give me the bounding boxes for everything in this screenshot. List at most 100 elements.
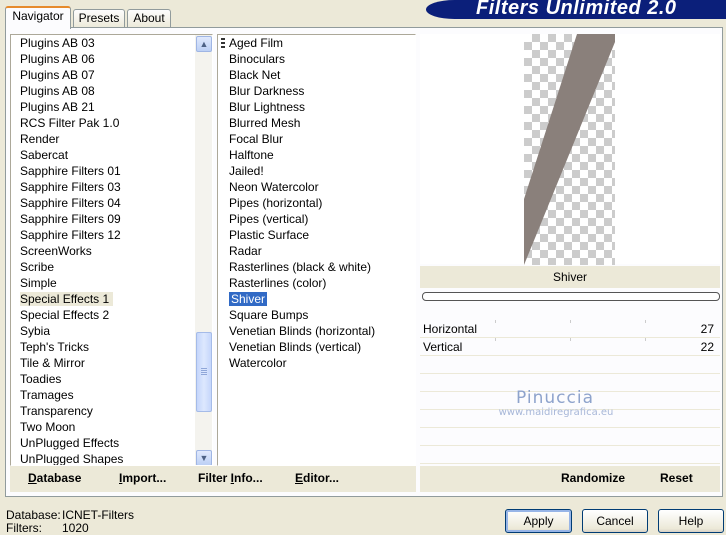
- category-item[interactable]: Toadies: [11, 371, 123, 387]
- filter-item-label: Pipes (vertical): [229, 212, 309, 226]
- category-item[interactable]: Special Effects 2: [11, 307, 123, 323]
- param-row-horizontal[interactable]: Horizontal 27: [420, 320, 720, 338]
- category-item[interactable]: Plugins AB 03: [11, 35, 123, 51]
- category-item[interactable]: Sapphire Filters 12: [11, 227, 123, 243]
- filter-item-label: Focal Blur: [229, 132, 284, 146]
- category-item[interactable]: Plugins AB 06: [11, 51, 123, 67]
- param-row-empty: [420, 410, 720, 428]
- import-button[interactable]: Import...: [119, 471, 166, 485]
- filter-list[interactable]: Aged Film Binoculars Black Net Blur Darknes…: [217, 34, 416, 466]
- param-value[interactable]: 22: [701, 340, 714, 354]
- filter-info-button[interactable]: Filter Info...: [198, 471, 263, 485]
- filter-item[interactable]: Halftone: [218, 147, 375, 163]
- filter-item[interactable]: Radar: [218, 243, 375, 259]
- filter-item[interactable]: Rasterlines (black & white): [218, 259, 375, 275]
- filter-item-label: Rasterlines (black & white): [229, 260, 372, 274]
- editor-button[interactable]: Editor...: [295, 471, 339, 485]
- preview-filter-name: Shiver: [420, 266, 720, 288]
- filter-item[interactable]: Blur Darkness: [218, 83, 375, 99]
- category-item[interactable]: Teph's Tricks: [11, 339, 123, 355]
- filters-label: Filters:: [6, 521, 42, 535]
- tab-presets[interactable]: Presets: [73, 9, 125, 28]
- filter-item[interactable]: Plastic Surface: [218, 227, 375, 243]
- category-item[interactable]: RCS Filter Pak 1.0: [11, 115, 123, 131]
- filter-item[interactable]: Black Net: [218, 67, 375, 83]
- filter-item[interactable]: Rasterlines (color): [218, 275, 375, 291]
- category-item[interactable]: Plugins AB 21: [11, 99, 123, 115]
- category-item-label: ScreenWorks: [20, 244, 92, 258]
- category-item[interactable]: ScreenWorks: [11, 243, 123, 259]
- reset-button[interactable]: Reset: [660, 471, 693, 485]
- category-item[interactable]: Scribe: [11, 259, 123, 275]
- filter-item[interactable]: Binoculars: [218, 51, 375, 67]
- category-item[interactable]: Sybia: [11, 323, 123, 339]
- category-item-label: Two Moon: [20, 420, 76, 434]
- category-item[interactable]: UnPlugged Shapes: [11, 451, 124, 466]
- help-button[interactable]: Help: [658, 509, 724, 533]
- filter-item[interactable]: Venetian Blinds (horizontal): [218, 323, 375, 339]
- category-list[interactable]: Plugins AB 03 Plugins AB 06 Plugins AB 07 P…: [10, 34, 213, 466]
- filter-item[interactable]: Square Bumps: [218, 307, 375, 323]
- scroll-down-icon[interactable]: ▼: [196, 450, 212, 465]
- category-item[interactable]: Plugins AB 07: [11, 67, 123, 83]
- filter-item[interactable]: Neon Watercolor: [218, 179, 375, 195]
- filter-item[interactable]: Watercolor: [218, 355, 375, 371]
- scroll-thumb[interactable]: [196, 332, 212, 412]
- category-item[interactable]: Sapphire Filters 03: [11, 179, 123, 195]
- filter-item-label: Radar: [229, 244, 262, 258]
- category-item[interactable]: Plugins AB 08: [11, 83, 123, 99]
- category-item[interactable]: Sapphire Filters 01: [11, 163, 123, 179]
- category-item[interactable]: Two Moon: [11, 419, 123, 435]
- category-item-label: Tramages: [20, 388, 74, 402]
- category-item[interactable]: Transparency: [11, 403, 123, 419]
- filter-item[interactable]: Blur Lightness: [218, 99, 375, 115]
- param-row-vertical[interactable]: Vertical 22: [420, 338, 720, 356]
- filter-item-label: Venetian Blinds (horizontal): [229, 324, 376, 338]
- param-row-empty: [420, 374, 720, 392]
- randomize-button[interactable]: Randomize: [561, 471, 625, 485]
- tab-navigator[interactable]: Navigator: [5, 6, 71, 29]
- param-value[interactable]: 27: [701, 322, 714, 336]
- filter-item[interactable]: Pipes (vertical): [218, 211, 375, 227]
- category-item[interactable]: Sapphire Filters 04: [11, 195, 123, 211]
- category-item[interactable]: Sapphire Filters 09: [11, 211, 123, 227]
- filter-item[interactable]: Focal Blur: [218, 131, 375, 147]
- category-item[interactable]: UnPlugged Effects: [11, 435, 123, 451]
- category-scrollbar[interactable]: ▲ ▼: [195, 35, 212, 465]
- filter-item[interactable]: Venetian Blinds (vertical): [218, 339, 375, 355]
- tab-about[interactable]: About: [127, 9, 171, 28]
- category-item[interactable]: Simple: [11, 275, 123, 291]
- param-row-empty: [420, 392, 720, 410]
- category-item[interactable]: Tile & Mirror: [11, 355, 123, 371]
- title-banner: Filters Unlimited 2.0: [426, 0, 726, 19]
- filter-item-label: Rasterlines (color): [229, 276, 327, 290]
- filter-item[interactable]: Pipes (horizontal): [218, 195, 375, 211]
- category-item[interactable]: Tramages: [11, 387, 123, 403]
- category-item[interactable]: Special Effects 1: [11, 291, 123, 307]
- category-item-label: Tile & Mirror: [20, 356, 85, 370]
- param-label: Horizontal: [423, 322, 478, 336]
- filter-item-label: Shiver: [229, 292, 268, 306]
- category-item-label: UnPlugged Effects: [20, 436, 120, 450]
- apply-button[interactable]: Apply: [505, 509, 572, 533]
- filter-item[interactable]: Shiver: [218, 291, 375, 307]
- filter-item[interactable]: Aged Film: [218, 35, 375, 51]
- parameter-grid: Horizontal 27 Vertical 22: [420, 320, 720, 464]
- database-button[interactable]: Database: [28, 471, 81, 485]
- filter-item-label: Halftone: [229, 148, 274, 162]
- category-item-label: UnPlugged Shapes: [20, 452, 124, 466]
- filter-item[interactable]: Jailed!: [218, 163, 375, 179]
- filter-item[interactable]: Blurred Mesh: [218, 115, 375, 131]
- category-item[interactable]: Sabercat: [11, 147, 123, 163]
- scroll-up-icon[interactable]: ▲: [196, 36, 212, 52]
- param-label: Vertical: [423, 340, 463, 354]
- cancel-button[interactable]: Cancel: [582, 509, 648, 533]
- category-item-label: Plugins AB 21: [20, 100, 95, 114]
- category-item-label: Transparency: [20, 404, 93, 418]
- navigator-panel: Plugins AB 03 Plugins AB 06 Plugins AB 07 P…: [5, 27, 723, 497]
- category-item[interactable]: Render: [11, 131, 123, 147]
- filter-item-label: Jailed!: [229, 164, 264, 178]
- category-item-label: Sapphire Filters 01: [20, 164, 121, 178]
- param-row-empty: [420, 428, 720, 446]
- filter-item-label: Blur Lightness: [229, 100, 306, 114]
